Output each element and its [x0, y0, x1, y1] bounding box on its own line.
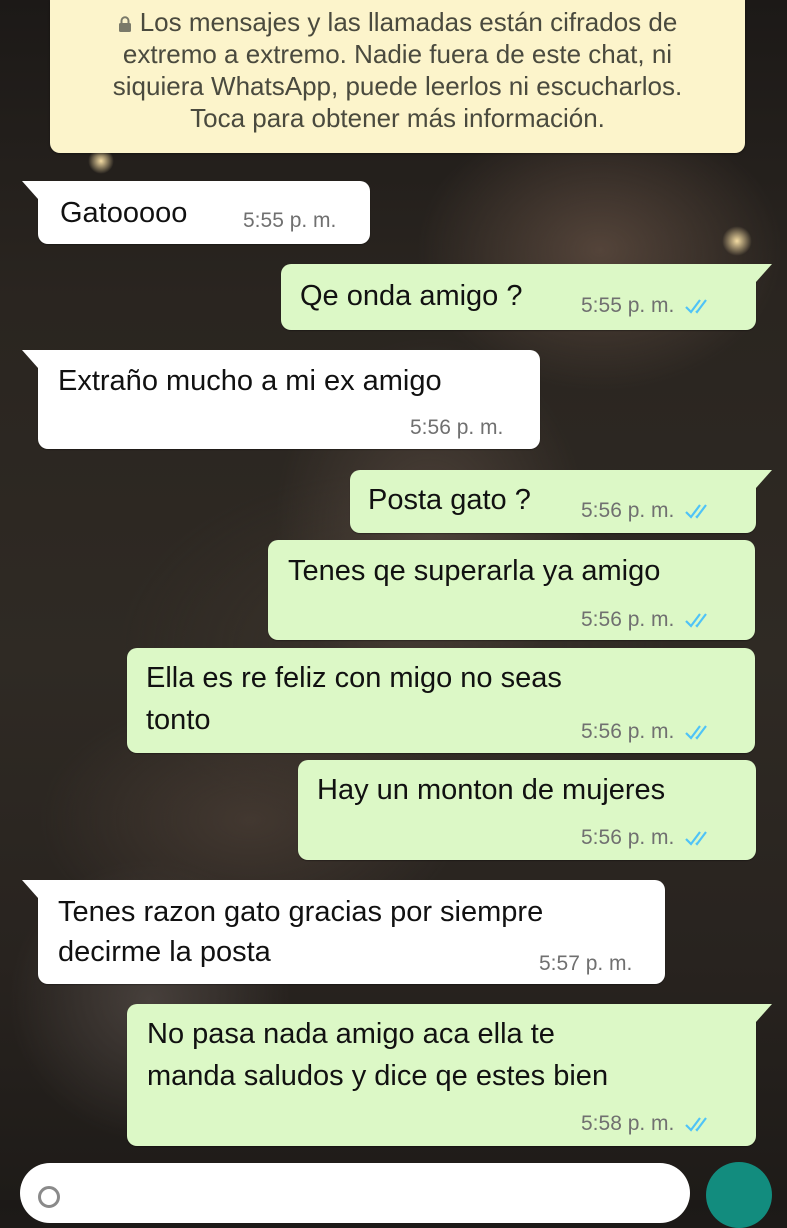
message-text: Hay un monton de mujeres	[317, 774, 666, 806]
lock-icon	[118, 16, 131, 32]
encryption-notice[interactable]: Los mensajes y las llamadas están cifrad…	[50, 0, 745, 153]
outgoing-message[interactable]: Posta gato ? 5:56 p. m.	[350, 470, 772, 533]
message-text: Qe onda amigo ?	[300, 280, 523, 312]
message-text: Ella es re feliz con migo no seas	[146, 662, 562, 694]
incoming-message[interactable]: Gatooooo 5:55 p. m.	[22, 181, 370, 244]
encryption-notice-line: extremo a extremo. Nadie fuera de este c…	[122, 39, 673, 69]
outgoing-message[interactable]: No pasa nada amigo aca ella te manda sal…	[127, 1004, 772, 1146]
encryption-notice-line: Toca para obtener más información.	[190, 103, 605, 133]
double-check-read-icon	[685, 299, 708, 314]
double-check-read-icon	[685, 725, 708, 740]
message-text: Posta gato ?	[368, 484, 531, 516]
message-timestamp: 5:56 p. m.	[581, 608, 712, 632]
message-timestamp: 5:55 p. m.	[581, 294, 712, 318]
encryption-notice-line: siquiera WhatsApp, puede leerlos ni escu…	[112, 71, 683, 101]
message-text: Extraño mucho a mi ex amigo	[58, 365, 442, 397]
mic-button[interactable]	[706, 1162, 772, 1228]
message-timestamp: 5:56 p. m.	[581, 720, 712, 744]
double-check-read-icon	[685, 1117, 708, 1132]
outgoing-message[interactable]: Hay un monton de mujeres 5:56 p. m.	[298, 760, 756, 860]
message-text: Tenes razon gato gracias por siempre	[58, 896, 544, 928]
double-check-read-icon	[685, 831, 708, 846]
emoji-icon[interactable]	[38, 1186, 60, 1208]
message-text: Gatooooo	[60, 197, 188, 229]
incoming-message[interactable]: Tenes razon gato gracias por siempre dec…	[22, 880, 665, 984]
message-text: tonto	[146, 704, 211, 736]
outgoing-message[interactable]: Ella es re feliz con migo no seas tonto …	[127, 648, 755, 753]
background-light	[722, 226, 752, 256]
incoming-message[interactable]: Extraño mucho a mi ex amigo 5:56 p. m.	[22, 350, 540, 449]
message-timestamp: 5:58 p. m.	[581, 1112, 712, 1136]
message-text: No pasa nada amigo aca ella te	[147, 1018, 555, 1050]
outgoing-message[interactable]: Tenes qe superarla ya amigo 5:56 p. m.	[268, 540, 755, 640]
message-text: Tenes qe superarla ya amigo	[288, 555, 661, 587]
outgoing-message[interactable]: Qe onda amigo ? 5:55 p. m.	[281, 264, 772, 330]
double-check-read-icon	[685, 613, 708, 628]
message-text: decirme la posta	[58, 936, 271, 968]
message-timestamp: 5:56 p. m.	[581, 826, 712, 850]
message-timestamp: 5:57 p. m.	[539, 952, 633, 975]
message-input[interactable]	[20, 1163, 690, 1223]
message-timestamp: 5:56 p. m.	[410, 416, 504, 439]
encryption-notice-line: Los mensajes y las llamadas están cifrad…	[50, 6, 745, 38]
message-timestamp: 5:56 p. m.	[581, 499, 712, 523]
message-timestamp: 5:55 p. m.	[243, 209, 337, 232]
double-check-read-icon	[685, 504, 708, 519]
message-text: manda saludos y dice qe estes bien	[147, 1060, 609, 1092]
